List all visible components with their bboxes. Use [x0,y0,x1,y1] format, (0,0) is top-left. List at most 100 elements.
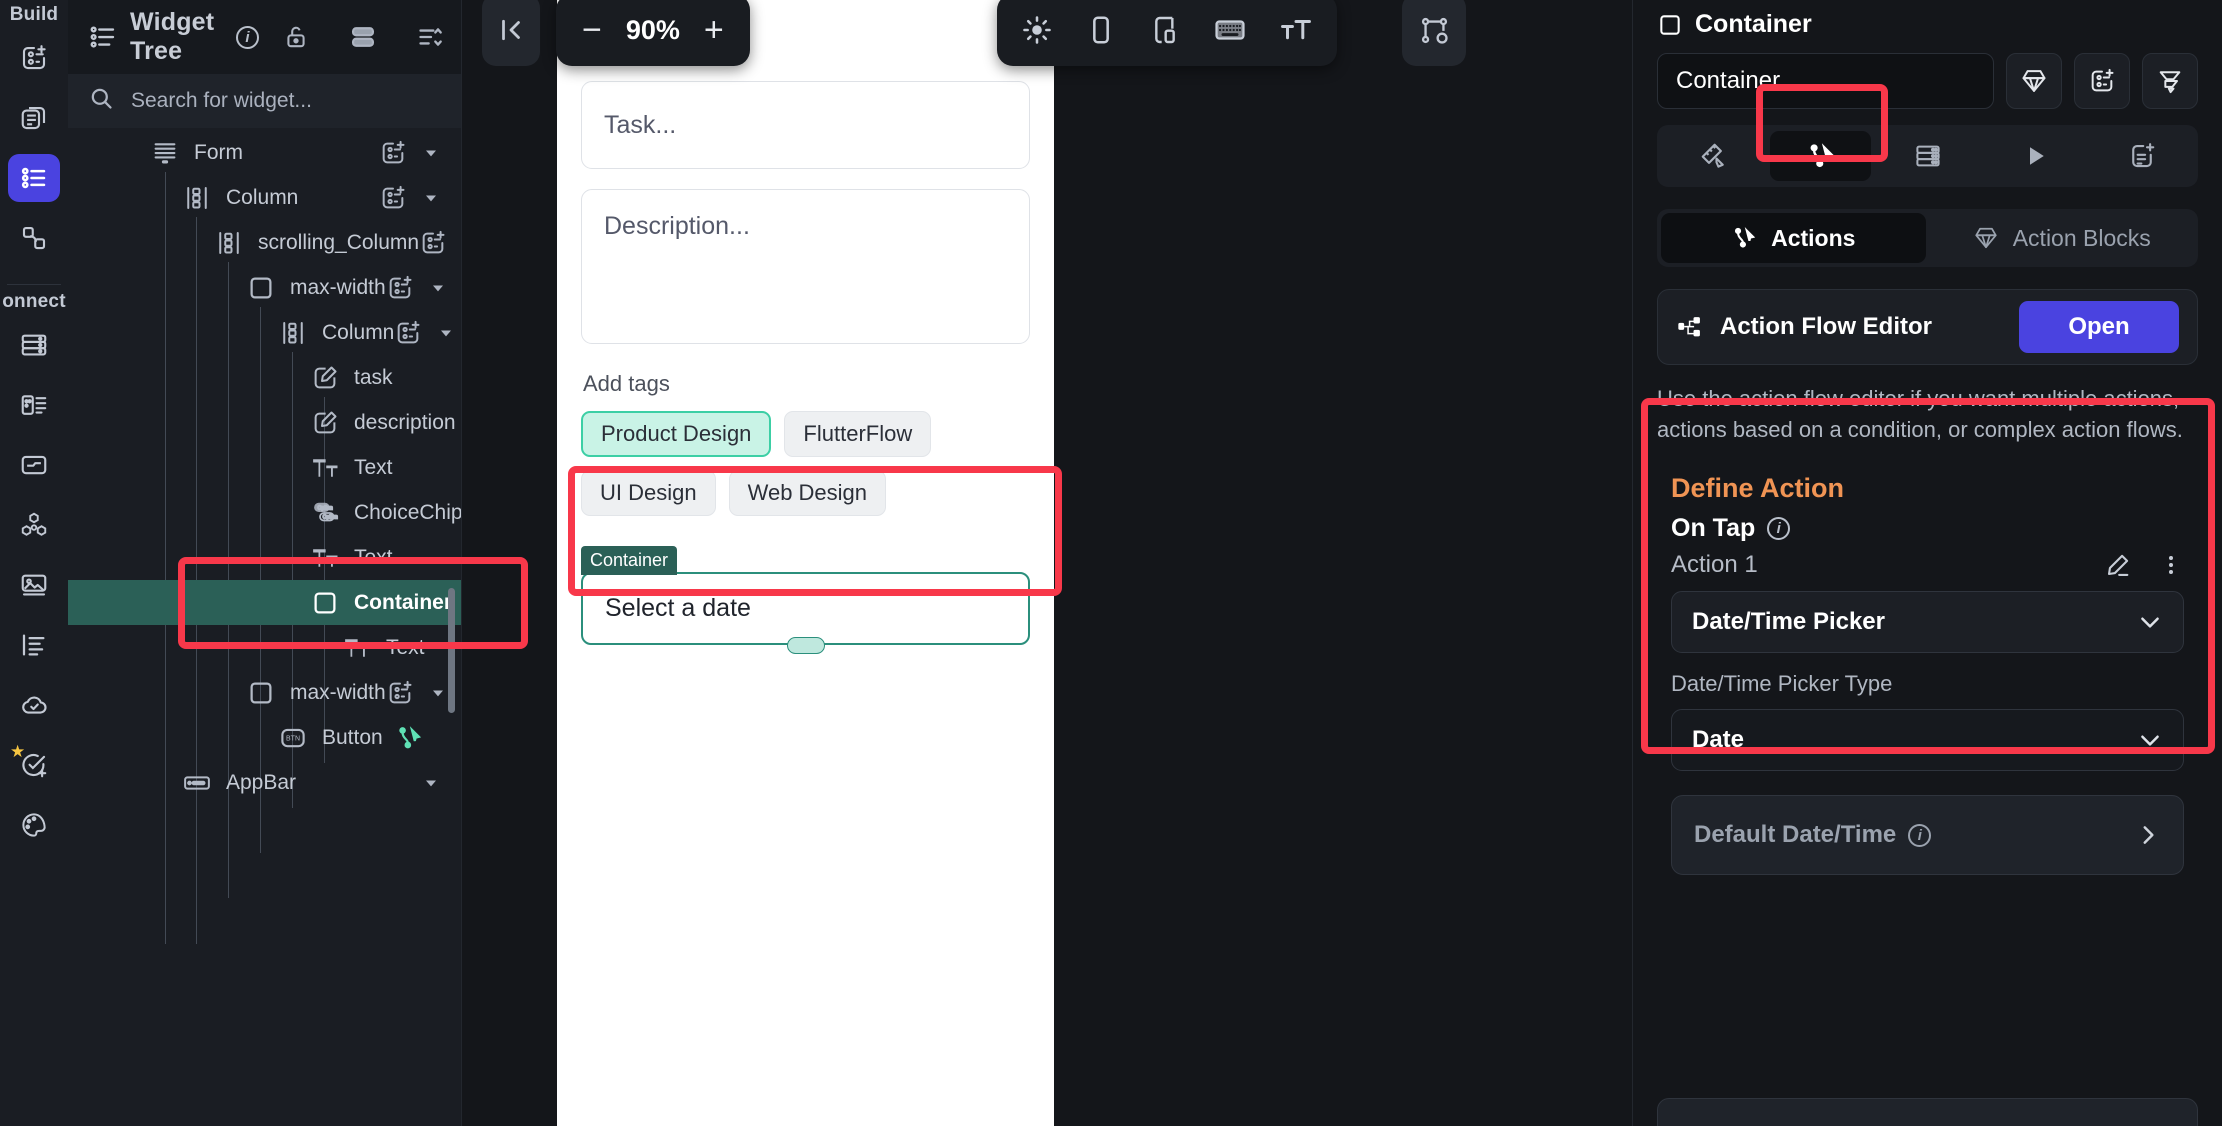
choice-chip[interactable]: Web Design [728,470,887,516]
expand-collapse-caret-icon[interactable] [436,323,456,343]
add-child-widget-button[interactable] [379,139,407,167]
resize-handle[interactable] [786,637,825,654]
segment-action-blocks[interactable]: Action Blocks [1930,213,2195,263]
tree-node-label: scrolling_Column [258,230,420,254]
tree-node-description[interactable]: description [68,400,461,445]
text-size-icon[interactable] [1279,13,1313,47]
tree-node-text[interactable]: Text [68,535,461,580]
unlock-icon[interactable] [283,24,309,50]
picker-type-dropdown[interactable]: Date [1671,709,2184,772]
info-icon[interactable]: i [236,25,259,49]
phone-icon[interactable] [1085,14,1117,46]
canvas-settings-icon[interactable] [1402,0,1466,66]
pages-icon[interactable] [8,94,60,142]
palette-icon[interactable] [8,801,60,849]
tree-node-label: Column [322,320,395,344]
tree-node-text[interactable]: Text [68,445,461,490]
action-flow-editor-title: Action Flow Editor [1720,313,1932,340]
select-a-date-field[interactable]: Select a date [581,572,1030,645]
folder-icon[interactable] [8,441,60,489]
tree-node-button[interactable]: BTN Button [68,715,461,760]
add-child-widget-button[interactable] [386,274,414,302]
tab-actions[interactable] [1770,131,1871,181]
tree-node-scrolling-column[interactable]: scrolling_Column [68,220,461,265]
tree-node-text[interactable]: Text [68,625,461,670]
tree-node-choicechips[interactable]: Option Option ChoiceChips [68,490,461,535]
add-child-widget-button[interactable] [379,184,407,212]
expand-collapse-caret-icon[interactable] [421,143,441,163]
theme-text-icon[interactable] [8,621,60,669]
action-1-row: Action 1 [1663,543,2192,579]
tree-node-container[interactable]: Container [68,580,461,625]
tree-node-label: Text [386,635,425,659]
add-child-widget-button[interactable] [419,229,447,257]
default-datetime-row[interactable]: Default Date/Time i [1671,795,2184,876]
widget-name-input[interactable]: Container [1657,53,1994,109]
widget-search-input[interactable]: Search for widget... [131,89,312,113]
tab-generate[interactable] [2091,131,2192,181]
tree-node-label: Column [226,185,299,209]
tab-properties[interactable] [1663,131,1764,181]
zoom-out-button[interactable]: − [582,13,602,47]
sort-icon[interactable] [417,23,445,51]
expand-collapse-caret-icon[interactable] [428,278,448,298]
description-input[interactable]: Description... [581,189,1030,344]
minimum-datetime-row[interactable]: Minimum Date/Time i [1657,1098,2198,1126]
choice-chip-label: FlutterFlow [803,421,913,446]
tree-node-column[interactable]: Column [68,310,461,355]
choice-chip[interactable]: Product Design [581,411,772,457]
choice-chip[interactable]: FlutterFlow [784,411,932,457]
picker-type-value: Date [1692,726,1745,754]
widget-name-value: Container [1676,67,1781,94]
chevron-down-icon [2137,727,2163,753]
add-child-widget-button[interactable] [394,319,422,347]
media-icon[interactable] [8,561,60,609]
expand-collapse-caret-icon[interactable] [428,683,448,703]
segment-actions[interactable]: Actions [1661,213,1926,263]
widget-tree-panel: Widget Tree i Search for widget... Form … [68,0,528,1126]
add-widget-icon[interactable] [2074,53,2130,109]
expand-collapse-caret-icon[interactable] [421,188,441,208]
tree-node-appbar[interactable]: AppBar [68,760,461,805]
keyboard-icon[interactable] [1213,13,1247,47]
tree-node-label: Button [322,725,383,749]
action-type-dropdown[interactable]: Date/Time Picker [1671,591,2184,654]
device-preview: Task t the form be Task... Description..… [557,0,1054,1126]
open-action-flow-editor-button[interactable]: Open [2019,301,2179,353]
zoom-in-button[interactable]: + [704,13,724,47]
selection-badge: Container [581,546,678,575]
device-frame-icon[interactable] [1149,14,1181,46]
database-icon[interactable] [8,321,60,369]
tree-node-form[interactable]: Form [68,130,461,175]
widget-tree-scrollbar[interactable] [448,588,455,713]
info-icon[interactable]: i [1767,517,1791,541]
diamond-icon[interactable] [2006,53,2062,109]
tree-node-max-width[interactable]: max-width [68,670,461,715]
task-input[interactable]: Task... [581,81,1030,169]
integrations-icon[interactable] [8,501,60,549]
cloud-check-icon[interactable] [8,681,60,729]
app-state-icon[interactable] [8,381,60,429]
edit-icon[interactable] [2104,551,2132,579]
container-icon [310,588,340,618]
tree-node-task[interactable]: task [68,355,461,400]
widget-search-row[interactable]: Search for widget... [68,74,461,128]
add-widget-icon[interactable] [8,34,60,82]
brightness-icon[interactable] [1021,14,1053,46]
more-vertical-icon[interactable] [2158,552,2184,578]
widget-tree-icon[interactable] [8,154,60,202]
add-child-widget-button[interactable] [386,679,414,707]
tab-backend-query[interactable] [1877,131,1978,181]
expand-collapse-caret-icon[interactable] [421,773,441,793]
info-icon[interactable]: i [1908,823,1932,847]
tree-node-max-width[interactable]: max-width [68,265,461,310]
on-tap-row: On Tap i [1663,504,2192,543]
tree-node-column[interactable]: Column [68,175,461,220]
components-icon[interactable] [8,214,60,262]
tab-animations[interactable] [1984,131,2085,181]
tests-check-icon[interactable]: ★ [8,741,60,789]
choice-chip[interactable]: UI Design [581,470,716,516]
collapse-panel-button[interactable] [482,0,540,66]
extract-component-icon[interactable] [2142,53,2198,109]
expand-rows-icon[interactable] [349,23,377,51]
